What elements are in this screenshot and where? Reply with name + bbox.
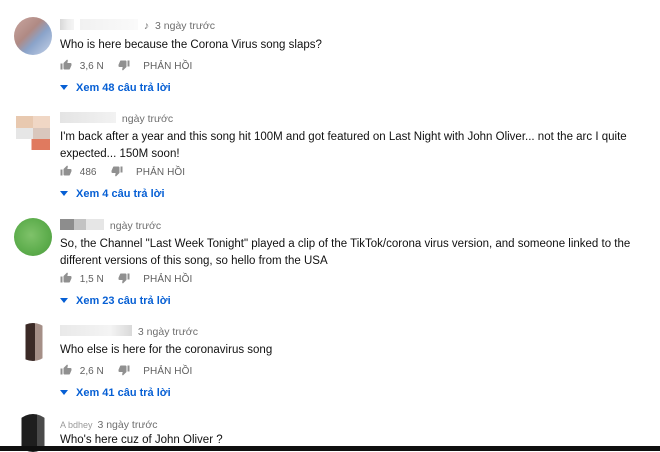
view-replies-label: Xem 48 câu trả lời (76, 82, 171, 94)
chevron-down-icon (60, 390, 68, 395)
thumbs-down-icon (118, 60, 130, 71)
like-button[interactable] (60, 272, 72, 287)
author-name-blurred[interactable] (60, 19, 74, 30)
music-note-icon: ♪ (143, 20, 150, 32)
avatar[interactable] (14, 17, 52, 55)
author-name-blurred[interactable] (60, 325, 132, 336)
reply-button[interactable]: PHẢN HỒI (136, 167, 185, 178)
view-replies-button[interactable]: Xem 4 câu trả lời (60, 188, 165, 200)
thumbs-down-icon (118, 365, 130, 376)
thumbs-up-icon (60, 364, 72, 375)
chevron-down-icon (60, 298, 68, 303)
author-name-blurred[interactable] (79, 19, 138, 30)
view-replies-label: Xem 23 câu trả lời (76, 295, 171, 307)
like-count: 2,6 N (79, 366, 104, 377)
comment-timestamp[interactable]: ngày trước (110, 220, 161, 232)
like-count: 3,6 N (79, 61, 104, 72)
thumbs-down-icon (118, 273, 130, 284)
view-replies-button[interactable]: Xem 48 câu trả lời (60, 82, 171, 94)
author-name[interactable]: A bdhey (60, 420, 93, 430)
like-count: 1,5 N (79, 274, 104, 285)
reply-button[interactable]: PHẢN HỒI (143, 61, 192, 72)
chevron-down-icon (60, 85, 68, 90)
avatar[interactable] (14, 218, 52, 256)
view-replies-label: Xem 4 câu trả lời (76, 188, 165, 200)
comment-timestamp[interactable]: ngày trước (122, 113, 173, 125)
thumbs-up-icon (60, 59, 72, 70)
chevron-down-icon (60, 191, 68, 196)
view-replies-button[interactable]: Xem 41 câu trả lời (60, 387, 171, 399)
dislike-button[interactable] (118, 364, 130, 379)
comment-text: So, the Channel "Last Week Tonight" play… (60, 238, 631, 267)
thumbs-up-icon (60, 165, 72, 176)
dislike-button[interactable] (118, 272, 130, 287)
view-replies-button[interactable]: Xem 23 câu trả lời (60, 295, 171, 307)
dislike-button[interactable] (118, 59, 130, 74)
reply-button[interactable]: PHẢN HỒI (143, 366, 192, 377)
like-button[interactable] (60, 59, 72, 74)
author-name-blurred[interactable] (60, 112, 116, 123)
thumbs-down-icon (111, 166, 123, 177)
avatar[interactable] (14, 323, 52, 361)
like-count: 486 (79, 167, 97, 178)
like-button[interactable] (60, 364, 72, 379)
comment-timestamp[interactable]: 3 ngày trước (155, 20, 215, 32)
avatar[interactable] (16, 116, 50, 150)
comment-text: I'm back after a year and this song hit … (60, 131, 627, 160)
dislike-button[interactable] (111, 165, 123, 180)
comment-text: Who is here because the Corona Virus son… (60, 39, 322, 51)
view-replies-label: Xem 41 câu trả lời (76, 387, 171, 399)
author-name-blurred[interactable] (60, 219, 74, 230)
comment-timestamp[interactable]: 3 ngày trước (97, 419, 157, 431)
reply-button[interactable]: PHẢN HỒI (143, 274, 192, 285)
comment-timestamp[interactable]: 3 ngày trước (138, 326, 198, 338)
like-button[interactable] (60, 165, 72, 180)
comment-text: Who else is here for the coronavirus son… (60, 344, 273, 356)
bottom-divider (0, 446, 660, 451)
author-name-blurred[interactable] (74, 219, 86, 230)
thumbs-up-icon (60, 272, 72, 283)
author-name-blurred[interactable] (86, 219, 104, 230)
